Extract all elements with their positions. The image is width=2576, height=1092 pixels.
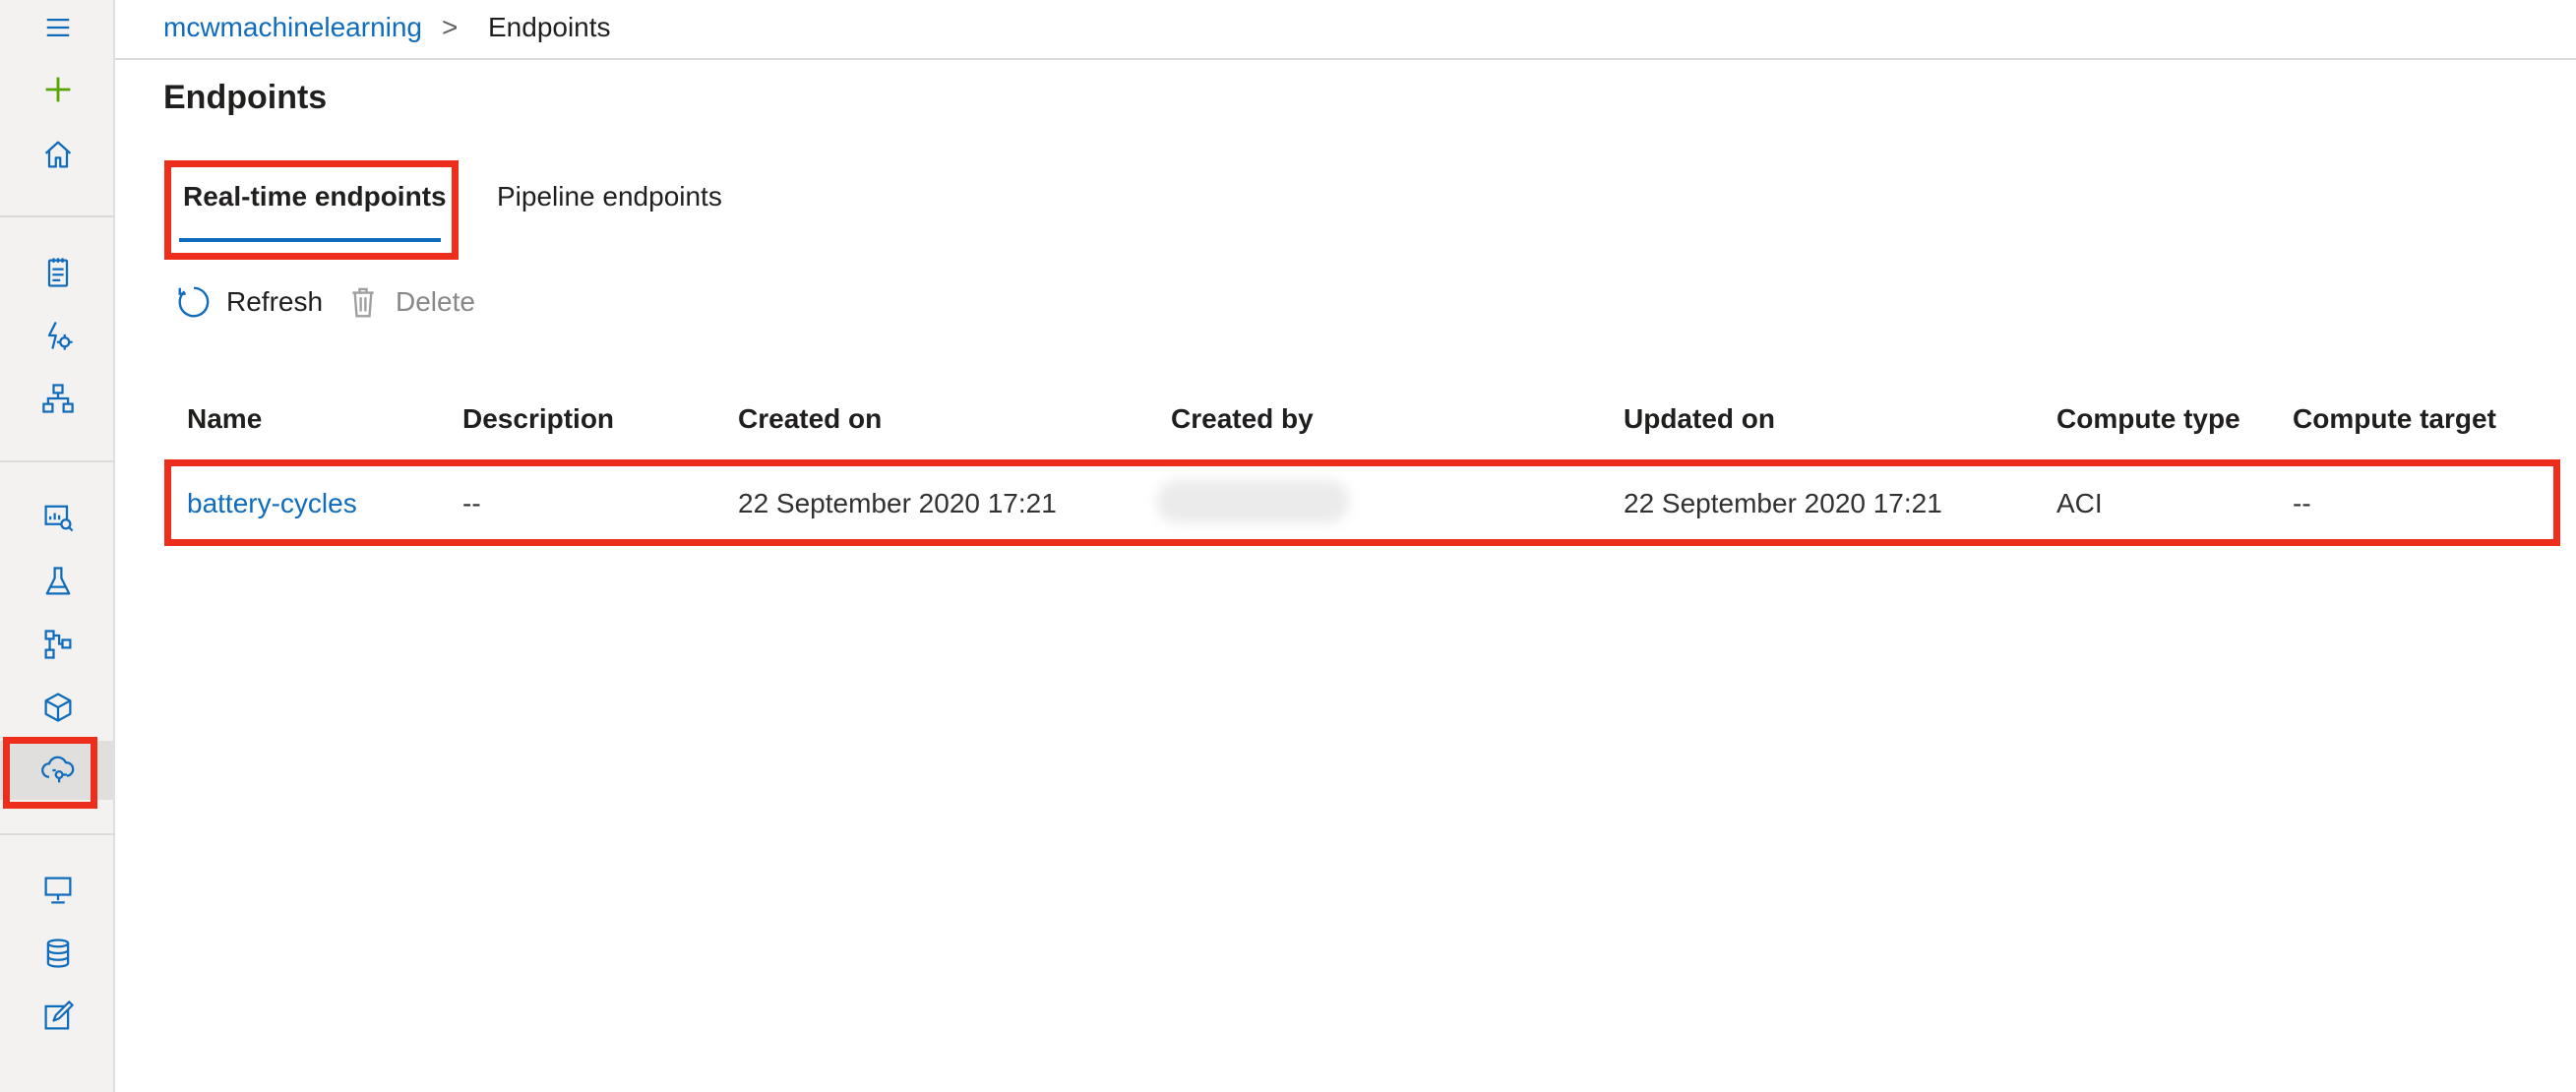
delete-button[interactable]: Delete — [344, 283, 475, 321]
column-header-name[interactable]: Name — [187, 403, 262, 435]
column-header-compute-type[interactable]: Compute type — [2056, 403, 2240, 435]
column-header-created-by[interactable]: Created by — [1171, 403, 1314, 435]
plus-icon[interactable] — [0, 60, 115, 119]
breadcrumb-current: Endpoints — [488, 12, 611, 42]
tab-pipeline-endpoints[interactable]: Pipeline endpoints — [497, 181, 722, 212]
refresh-button[interactable]: Refresh — [175, 283, 323, 321]
column-header-compute-target[interactable]: Compute target — [2293, 403, 2496, 435]
models-icon[interactable] — [0, 678, 115, 737]
automl-icon[interactable] — [0, 306, 115, 365]
endpoint-row-highlight — [164, 459, 2560, 546]
refresh-icon — [178, 286, 210, 318]
delete-label: Delete — [396, 286, 475, 317]
column-header-created-on[interactable]: Created on — [738, 403, 882, 435]
column-header-updated-on[interactable]: Updated on — [1624, 403, 1775, 435]
home-icon[interactable] — [0, 125, 115, 184]
datastores-icon[interactable] — [0, 924, 115, 983]
left-nav-rail — [0, 0, 115, 1092]
trash-icon — [352, 287, 374, 318]
compute-icon[interactable] — [0, 861, 115, 920]
data-labeling-icon[interactable] — [0, 987, 115, 1046]
chevron-right-icon: > — [442, 12, 459, 42]
column-header-description[interactable]: Description — [462, 403, 614, 435]
experiments-icon[interactable] — [0, 552, 115, 611]
tab-highlight — [164, 160, 459, 260]
refresh-label: Refresh — [226, 286, 324, 317]
page-title: Endpoints — [163, 79, 328, 116]
datasets-icon[interactable] — [0, 488, 115, 547]
designer-icon[interactable] — [0, 369, 115, 428]
notebook-icon[interactable] — [0, 243, 115, 302]
endpoints-nav-highlight — [3, 737, 97, 809]
breadcrumb-workspace-link[interactable]: mcwmachinelearning — [163, 12, 422, 43]
pipelines-icon[interactable] — [0, 615, 115, 674]
hamburger-icon[interactable] — [0, 0, 115, 57]
breadcrumb: mcwmachinelearning > Endpoints — [115, 0, 2576, 60]
